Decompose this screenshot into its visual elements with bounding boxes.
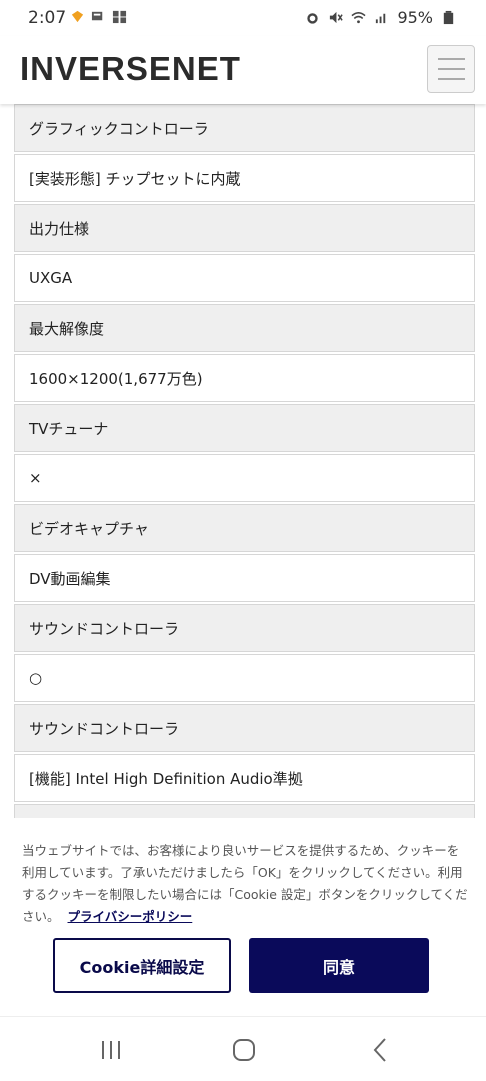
hamburger-menu-icon bbox=[438, 58, 465, 60]
system-nav-bar bbox=[0, 1016, 486, 1081]
cookie-message-block: 当ウェブサイトでは、お客様により良いサービスを提供するため、クッキーを利用してい… bbox=[22, 840, 468, 928]
cookie-agree-button[interactable]: 同意 bbox=[249, 938, 429, 993]
back-icon[interactable] bbox=[366, 1035, 396, 1065]
status-bar: 2:07 95% bbox=[0, 0, 486, 36]
spec-row-header: TVチューナ bbox=[14, 404, 475, 452]
alarm-icon bbox=[307, 13, 319, 24]
cookie-banner: 当ウェブサイトでは、お客様により良いサービスを提供するため、クッキーを利用してい… bbox=[0, 818, 486, 1016]
spec-row-value: DV動画編集 bbox=[14, 554, 475, 602]
spec-row-value: [実装形態] チップセットに内蔵 bbox=[14, 154, 475, 202]
hamburger-line bbox=[438, 78, 465, 80]
grid-app-icon bbox=[112, 10, 127, 24]
battery-percent: 95% bbox=[397, 8, 433, 27]
cookie-settings-button[interactable]: Cookie詳細設定 bbox=[53, 938, 231, 993]
spec-row-header: サウンドコントローラ bbox=[14, 704, 475, 752]
spec-row-header: 出力仕様 bbox=[14, 204, 475, 252]
home-icon[interactable] bbox=[229, 1035, 259, 1065]
mute-icon bbox=[330, 11, 344, 24]
notification-icon bbox=[91, 11, 103, 21]
wifi-icon bbox=[351, 12, 366, 24]
spec-row-header: 最大解像度 bbox=[14, 304, 475, 352]
spec-row-value: UXGA bbox=[14, 254, 475, 302]
privacy-policy-link[interactable]: プライバシーポリシー bbox=[68, 909, 193, 924]
spec-row-value: 1600×1200(1,677万色) bbox=[14, 354, 475, 402]
spec-row-header: ビデオキャプチャ bbox=[14, 504, 475, 552]
site-header: INVERSENET bbox=[0, 36, 486, 104]
spec-row-header: サウンドコントローラ bbox=[14, 604, 475, 652]
status-time: 2:07 bbox=[28, 8, 67, 28]
spec-row-value: [機能] Intel High Definition Audio準拠 bbox=[14, 754, 475, 802]
spec-row-value: ○ bbox=[14, 654, 475, 702]
heart-icon bbox=[71, 10, 84, 23]
hamburger-menu-button[interactable] bbox=[427, 45, 475, 93]
battery-icon bbox=[443, 10, 454, 25]
spec-row-header: グラフィックコントローラ bbox=[14, 104, 475, 152]
recent-apps-icon[interactable] bbox=[96, 1035, 126, 1065]
hamburger-line bbox=[438, 68, 465, 70]
site-logo[interactable]: INVERSENET bbox=[20, 50, 241, 88]
spec-table: グラフィックコントローラ [実装形態] チップセットに内蔵 出力仕様 UXGA 最大解像… bbox=[14, 104, 475, 854]
spec-row-value: × bbox=[14, 454, 475, 502]
signal-icon bbox=[376, 13, 386, 24]
